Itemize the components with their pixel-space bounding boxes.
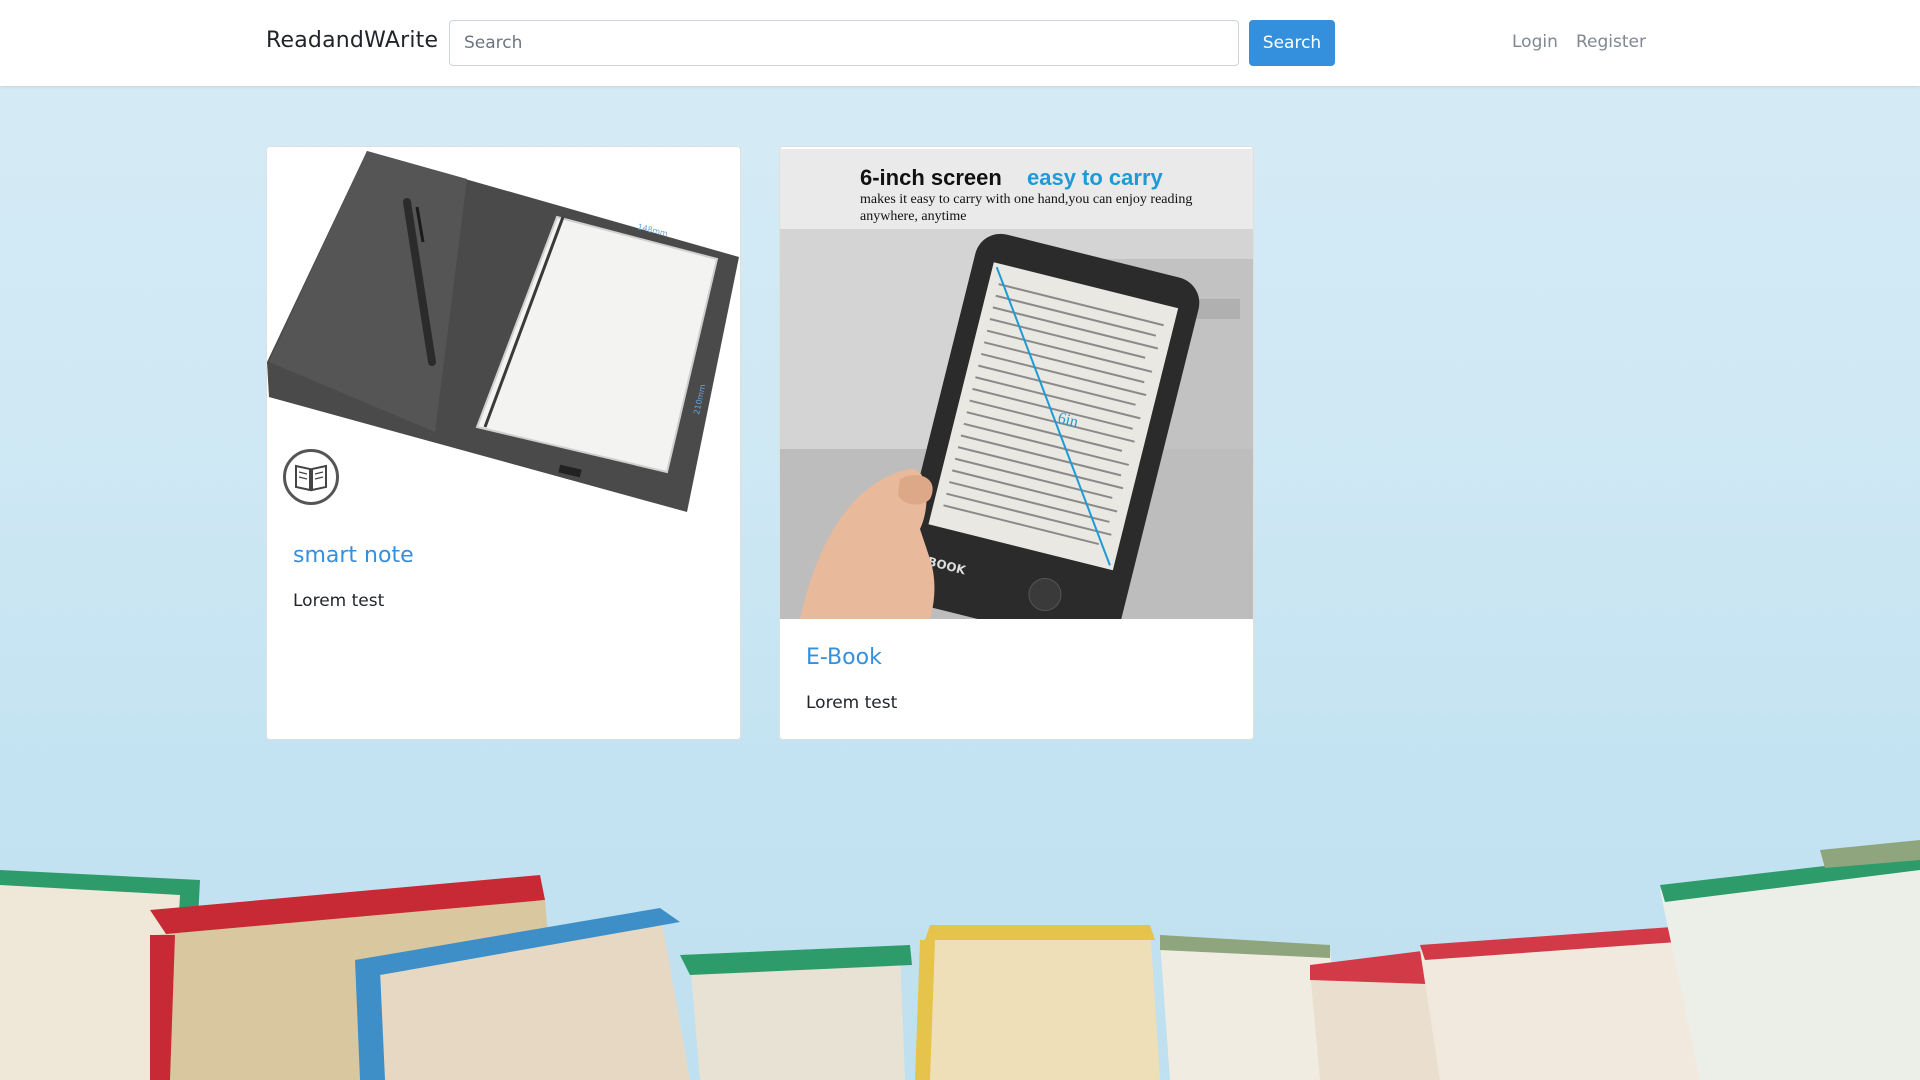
search-input[interactable] [449,20,1239,66]
product-card-ebook[interactable]: E-BOOK 6in 6-inch screen easy to carry m… [779,146,1254,740]
book-badge-icon [283,449,339,505]
notebook-tablet-image[interactable]: 148mm 210mm [267,147,740,519]
banner-subtitle: makes it easy to carry with one hand,you… [860,192,1193,224]
ebook-reader-image[interactable]: E-BOOK 6in 6-inch screen easy to carry m… [780,149,1253,619]
search-button[interactable]: Search [1249,20,1335,66]
product-card-smart-note[interactable]: 148mm 210mm smart note Lorem test [266,146,741,740]
books-background-image [0,840,1920,1080]
banner-title-accent: easy to carry [1027,165,1163,190]
ebook-banner: 6-inch screen easy to carry makes it eas… [780,149,1253,229]
card-title[interactable]: smart note [293,543,414,568]
brand-logo[interactable]: ReadandWArite [266,28,438,53]
navbar: ReadandWArite Search Login Register [0,0,1920,86]
card-text: Lorem test [806,693,898,713]
card-text: Lorem test [293,591,385,611]
banner-title: 6-inch screen [860,165,1002,190]
register-link[interactable]: Register [1576,32,1646,52]
login-link[interactable]: Login [1512,32,1558,52]
card-title[interactable]: E-Book [806,645,882,670]
